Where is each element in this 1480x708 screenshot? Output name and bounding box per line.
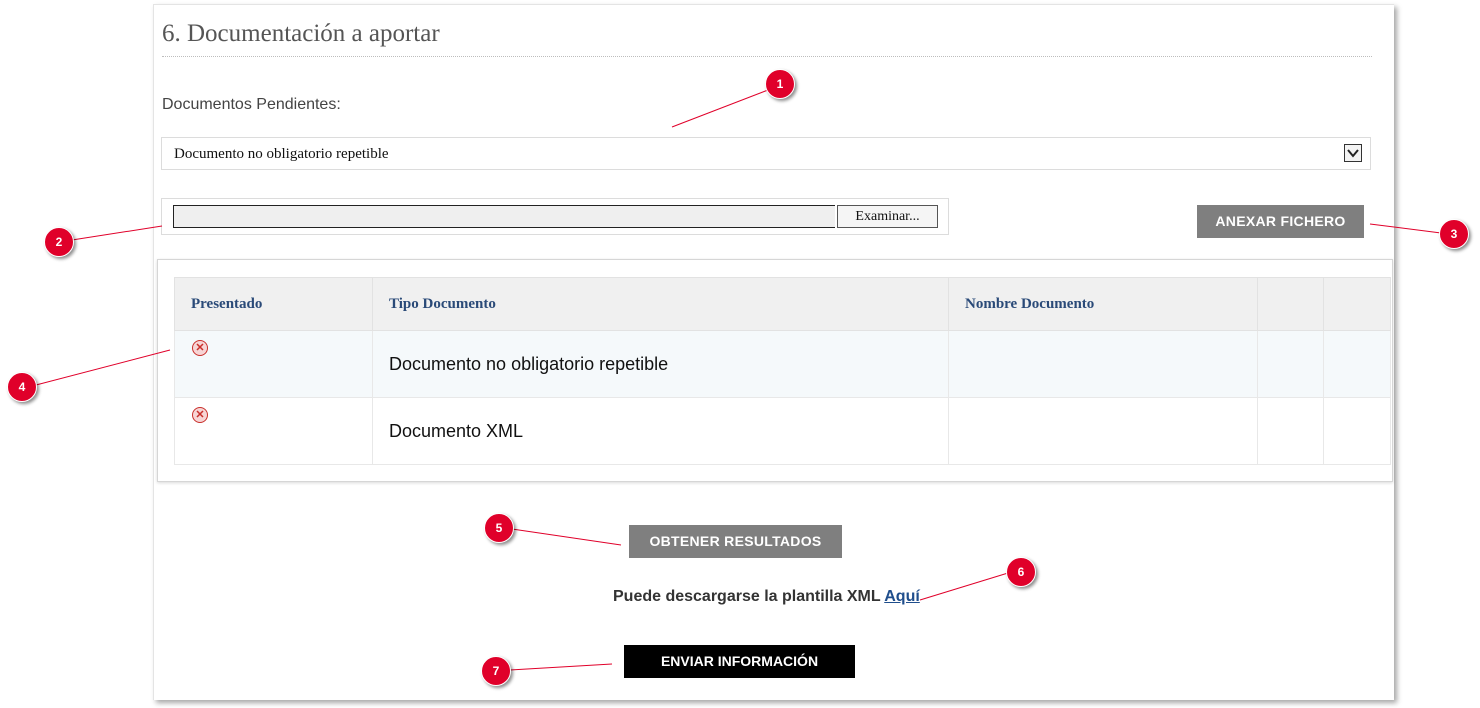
documents-table: Presentado Tipo Documento Nombre Documen… [174,277,1391,465]
callout-marker: 3 [1439,219,1469,249]
file-path-input[interactable] [173,205,835,228]
pending-documents-select[interactable]: Documento no obligatorio repetible [161,137,1371,170]
chevron-down-icon[interactable] [1344,144,1362,162]
download-link[interactable]: Aquí [884,588,920,605]
column-header-tipo-documento[interactable]: Tipo Documento [372,277,949,331]
tipo-documento-cell: Documento no obligatorio repetible [372,330,949,398]
nombre-documento-cell [948,330,1258,398]
send-information-button[interactable]: ENVIAR INFORMACIÓN [624,645,855,678]
table-row: ✕ Documento XML [174,397,1391,465]
nombre-documento-cell [948,397,1258,465]
column-header-extra-1 [1257,277,1324,331]
callout-marker: 6 [1006,557,1036,587]
table-header-row: Presentado Tipo Documento Nombre Documen… [174,277,1391,331]
section-title: 6. Documentación a aportar [162,20,440,47]
action-cell [1257,397,1324,465]
not-submitted-icon: ✕ [192,406,208,423]
callout-marker: 7 [481,656,511,686]
file-upload-field: Examinar... [161,198,949,235]
presentado-cell: ✕ [174,330,373,398]
action-cell [1257,330,1324,398]
not-submitted-icon: ✕ [192,339,208,356]
action-cell [1323,330,1391,398]
column-header-nombre-documento[interactable]: Nombre Documento [948,277,1258,331]
callout-marker: 5 [484,513,514,543]
chevron-down-icon-glyph [1347,149,1359,158]
obtain-results-button[interactable]: OBTENER RESULTADOS [629,525,842,558]
presentado-cell: ✕ [174,397,373,465]
table-row: ✕ Documento no obligatorio repetible [174,330,1391,398]
callout-marker: 1 [765,69,795,99]
callout-marker: 2 [44,227,74,257]
pending-documents-selected: Documento no obligatorio repetible [174,146,389,162]
tipo-documento-cell: Documento XML [372,397,949,465]
download-text: Puede descargarse la plantilla XML [613,588,881,605]
title-divider [162,56,1372,57]
column-header-presentado[interactable]: Presentado [174,277,373,331]
pending-documents-label: Documentos Pendientes: [162,96,341,113]
column-header-extra-2 [1323,277,1391,331]
xml-template-download: Puede descargarse la plantilla XML Aquí [613,588,920,606]
annex-file-button[interactable]: ANEXAR FICHERO [1197,205,1364,238]
browse-button[interactable]: Examinar... [837,205,938,228]
action-cell [1323,397,1391,465]
callout-marker: 4 [7,372,37,402]
